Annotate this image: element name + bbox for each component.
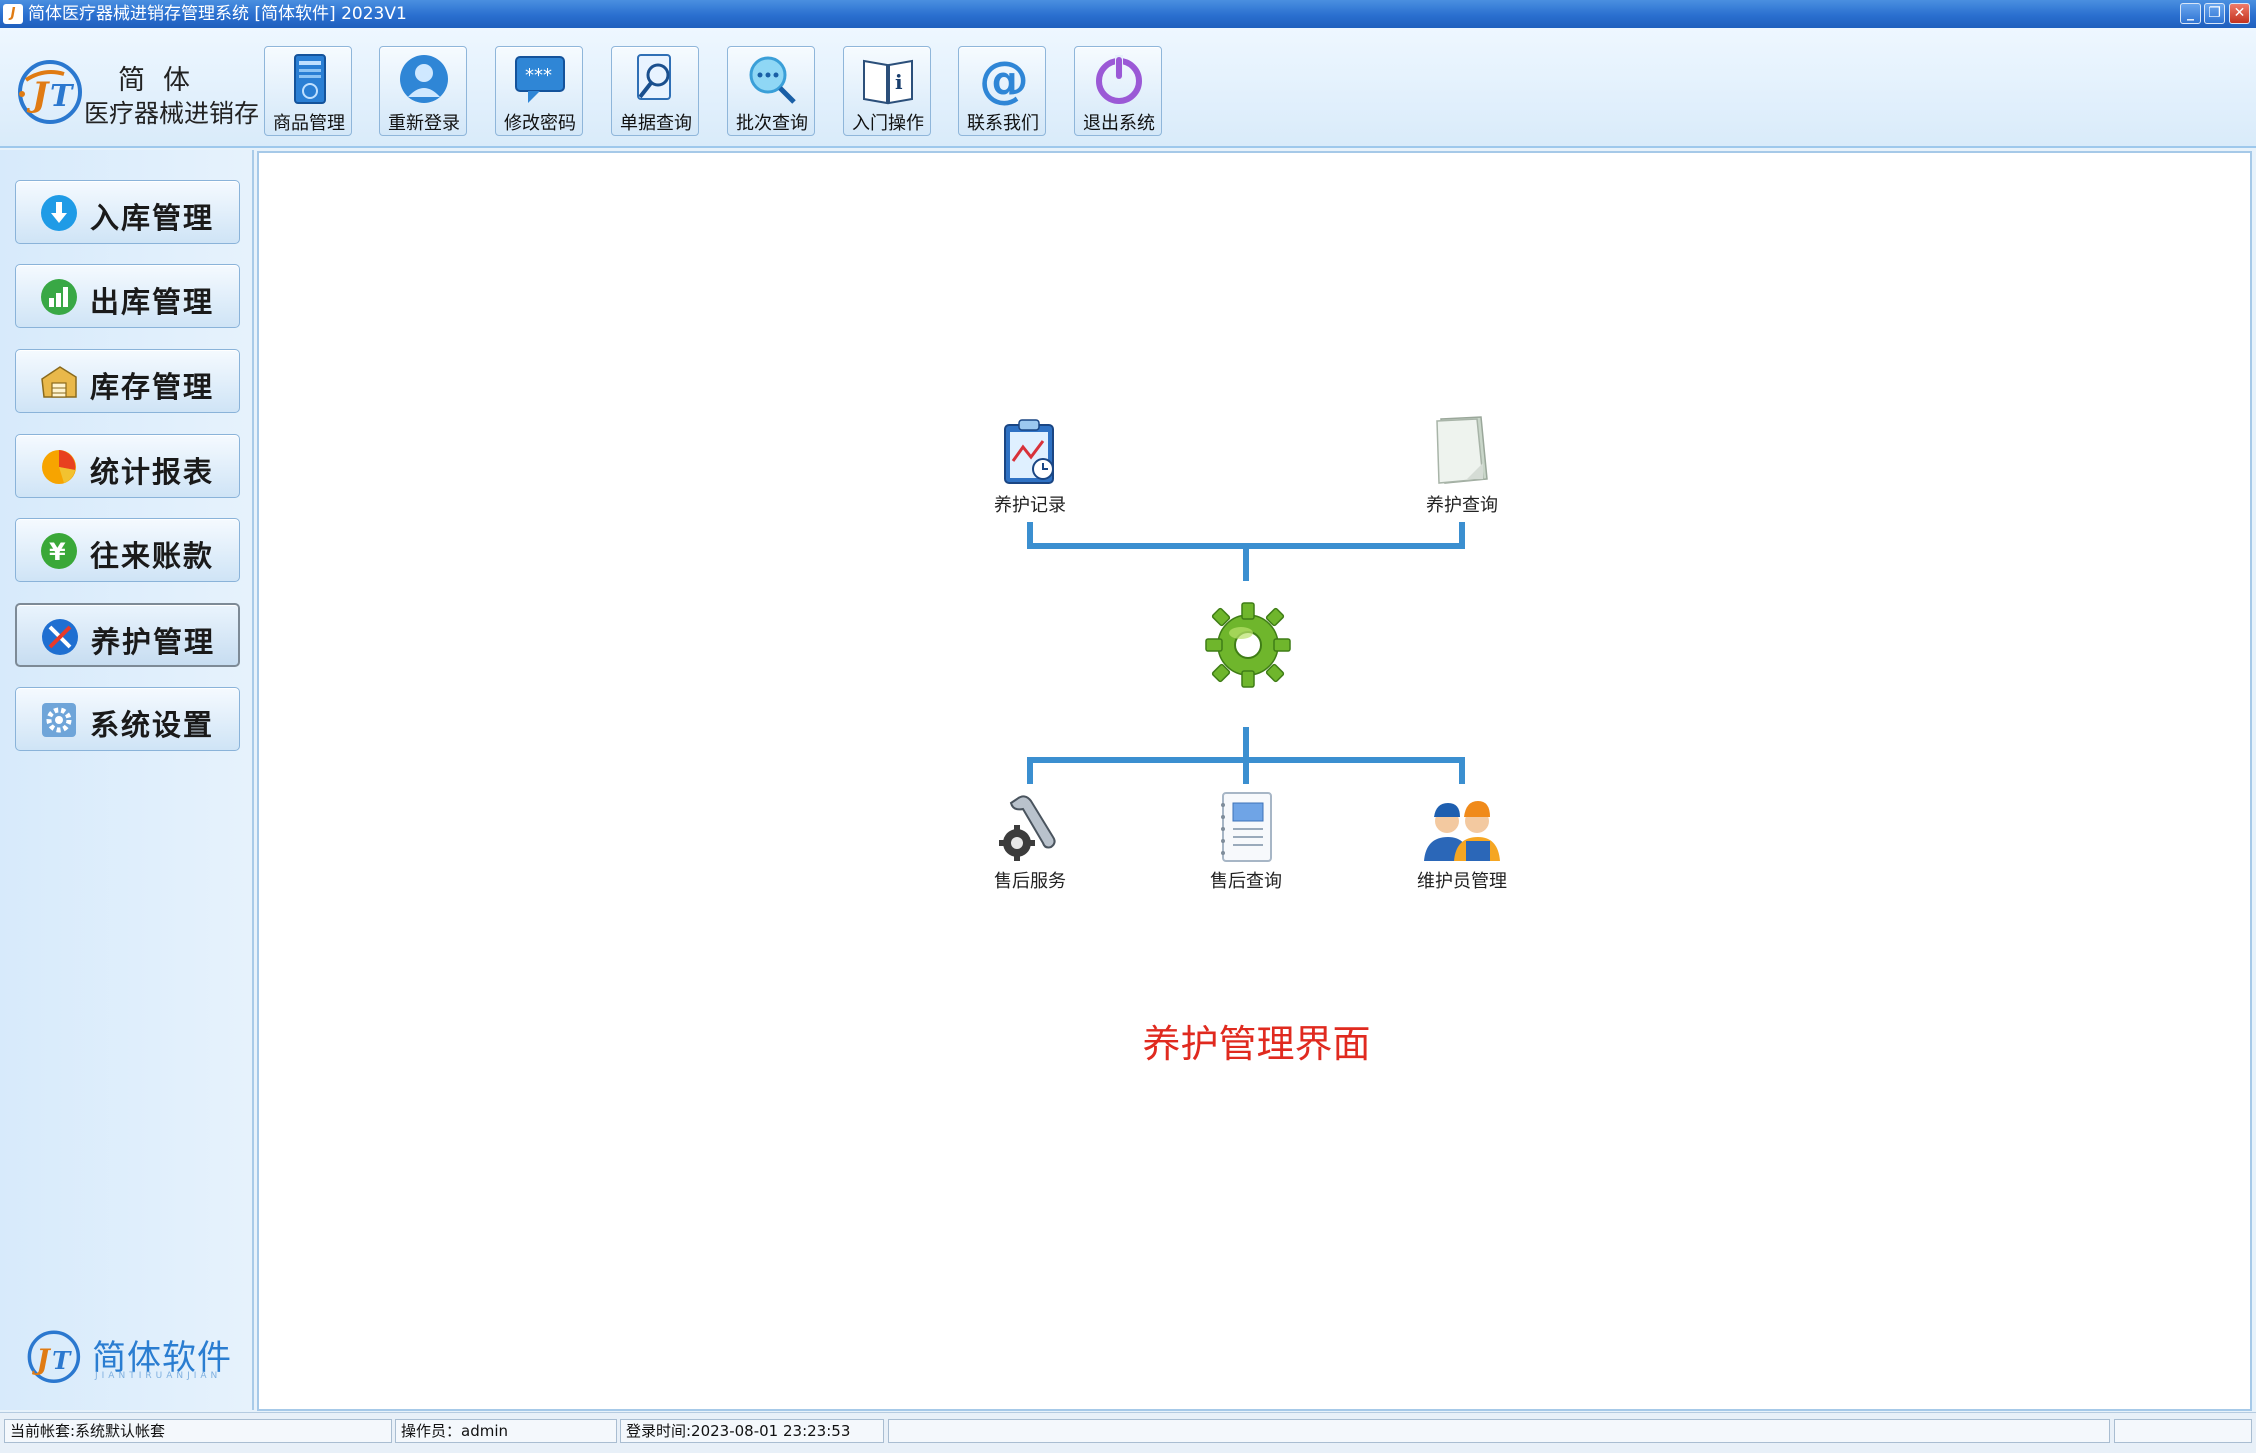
sidebar-item-outbound[interactable]: 出库管理	[15, 264, 240, 328]
at-icon: @	[979, 53, 1029, 107]
footer-brand-subtitle: JIANTIRUANJIAN	[95, 1371, 222, 1381]
status-empty-cell	[888, 1419, 2110, 1443]
sidebar-item-reports[interactable]: 统计报表	[15, 434, 240, 498]
status-empty-cell	[2114, 1419, 2252, 1443]
maximize-button[interactable]: ❐	[2204, 3, 2225, 24]
sidebar-item-label: 养护管理	[91, 625, 216, 659]
maintenance-record-node[interactable]: 养护记录	[980, 417, 1080, 517]
user-icon	[400, 55, 448, 103]
app-logo-icon: J	[3, 4, 23, 24]
wrench-gear-icon	[999, 795, 1056, 861]
toolbar-button-change-password[interactable]: *** 修改密码	[495, 46, 583, 136]
window-title: 简体医疗器械进销存管理系统 [简体软件] 2023V1	[28, 4, 407, 24]
yen-icon: ¥	[41, 533, 77, 569]
clipboard-chart-icon	[1004, 419, 1054, 484]
toolbar-button-product-management[interactable]: 商品管理	[264, 46, 352, 136]
svg-text:¥: ¥	[49, 538, 66, 566]
after-sales-service-node[interactable]: 售后服务	[975, 791, 1085, 893]
book-icon	[294, 54, 326, 104]
status-login-time: 登录时间:2023-08-01 23:23:53	[620, 1419, 884, 1443]
header-toolbar: J T 简体 医疗器械进销存 商品管理 重新登录 *** 修改密码 单据查询 批…	[0, 28, 2256, 148]
sidebar-item-label: 出库管理	[90, 285, 215, 319]
toolbar-label: 退出系统	[1083, 113, 1155, 134]
brand-subtitle: 医疗器械进销存	[84, 99, 260, 128]
password-icon: ***	[515, 56, 565, 103]
toolbar-button-exit[interactable]: 退出系统	[1074, 46, 1162, 136]
svg-text:***: ***	[525, 65, 552, 86]
maintenance-query-label: 养护查询	[1426, 495, 1498, 516]
minimize-button[interactable]: _	[2180, 3, 2201, 24]
toolbar-label: 商品管理	[273, 113, 345, 134]
after-sales-service-label: 售后服务	[994, 871, 1066, 892]
toolbar-label: 重新登录	[388, 113, 460, 134]
tools-icon	[42, 619, 78, 655]
sidebar-item-inbound[interactable]: 入库管理	[15, 180, 240, 244]
maintainer-management-label: 维护员管理	[1417, 871, 1507, 892]
notebook-icon	[1221, 792, 1272, 862]
brand-name: 简体	[118, 65, 208, 96]
maintainer-management-node[interactable]: 维护员管理	[1402, 791, 1522, 893]
toolbar-button-contact-us[interactable]: @ 联系我们	[958, 46, 1046, 136]
toolbar-button-getting-started[interactable]: i 入门操作	[843, 46, 931, 136]
close-button[interactable]: ✕	[2229, 3, 2250, 24]
sidebar-item-label: 库存管理	[90, 370, 215, 404]
green-gear-icon	[1205, 602, 1291, 688]
svg-text:T: T	[52, 1346, 72, 1375]
gear-icon	[42, 703, 76, 737]
svg-text:@: @	[979, 53, 1029, 107]
sidebar-item-label: 往来账款	[90, 539, 215, 573]
module-tree-connectors	[1027, 522, 1465, 784]
warehouse-icon	[41, 366, 77, 398]
sidebar-item-inventory[interactable]: 库存管理	[15, 349, 240, 413]
workers-icon	[1424, 801, 1500, 861]
sidebar-item-label: 统计报表	[90, 455, 215, 489]
sidebar: 入库管理 出库管理 库存管理 统计报表 ¥ 往来账款 养护管理 系统设置 J T…	[0, 150, 254, 1410]
status-account: 当前帐套:系统默认帐套	[4, 1419, 392, 1443]
pie-chart-icon	[42, 450, 76, 484]
maintenance-query-node[interactable]: 养护查询	[1412, 413, 1512, 517]
window-title-bar: J 简体医疗器械进销存管理系统 [简体软件] 2023V1 _ ❐ ✕	[0, 0, 2256, 28]
svg-text:T: T	[50, 79, 75, 114]
brand-logo-icon: J T	[18, 60, 82, 124]
toolbar-button-relogin[interactable]: 重新登录	[379, 46, 467, 136]
arrow-down-icon	[41, 195, 77, 231]
status-bar: 当前帐套:系统默认帐套 操作员：admin 登录时间:2023-08-01 23…	[0, 1412, 2256, 1453]
toolbar-label: 入门操作	[852, 113, 924, 134]
footer-logo-icon: J T	[27, 1330, 81, 1383]
sidebar-item-settings[interactable]: 系统设置	[15, 687, 240, 751]
toolbar-label: 批次查询	[736, 113, 808, 134]
paper-icon	[1436, 416, 1488, 484]
page-caption: 养护管理界面	[1142, 1022, 1371, 1066]
sidebar-item-maintenance[interactable]: 养护管理	[15, 603, 240, 667]
document-search-icon	[637, 54, 671, 100]
manual-icon: i	[863, 59, 913, 105]
after-sales-query-label: 售后查询	[1210, 871, 1282, 892]
toolbar-button-batch-query[interactable]: 批次查询	[727, 46, 815, 136]
bar-chart-icon	[41, 279, 77, 315]
after-sales-query-node[interactable]: 售后查询	[1191, 791, 1301, 893]
sidebar-item-label: 系统设置	[90, 708, 215, 742]
status-operator: 操作员：admin	[395, 1419, 617, 1443]
maintenance-record-label: 养护记录	[994, 495, 1066, 516]
toolbar-label: 修改密码	[504, 113, 576, 134]
power-icon	[1096, 55, 1142, 104]
toolbar-label: 单据查询	[620, 113, 692, 134]
toolbar-button-document-query[interactable]: 单据查询	[611, 46, 699, 136]
main-panel: 养护记录 养护查询 售后服务 售后查询 维护员管理 养护管理界面	[257, 151, 2252, 1411]
toolbar-label: 联系我们	[967, 113, 1039, 134]
sidebar-item-accounts[interactable]: ¥ 往来账款	[15, 518, 240, 582]
search-icon	[749, 56, 796, 104]
svg-text:i: i	[895, 70, 903, 94]
svg-text:J: J	[26, 75, 50, 115]
sidebar-item-label: 入库管理	[90, 201, 215, 235]
